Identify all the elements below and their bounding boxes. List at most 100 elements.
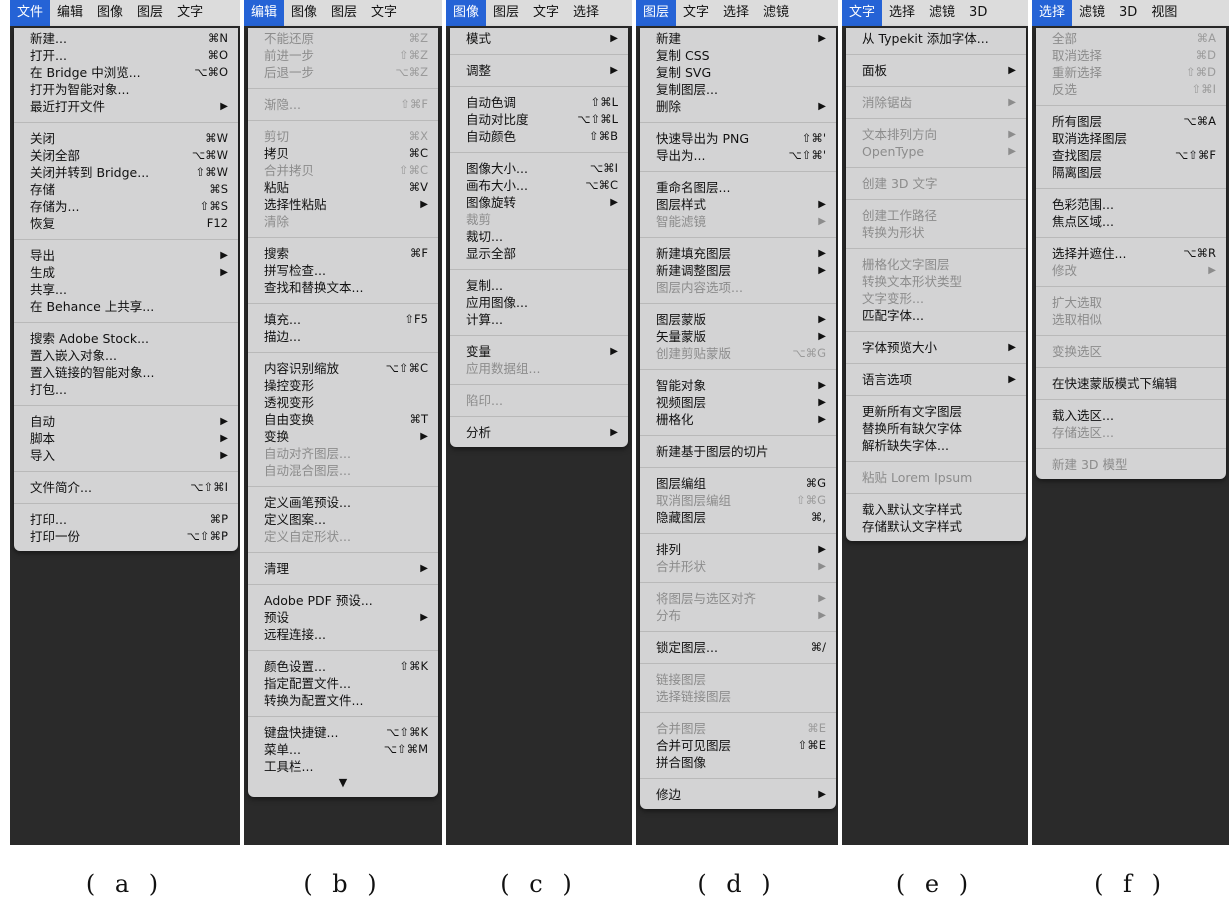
menu-item[interactable]: 最近打开文件 ▶	[14, 98, 238, 115]
menu-item[interactable]: 图层编组 ⌘G	[640, 475, 836, 492]
menu-item[interactable]: 生成 ▶	[14, 264, 238, 281]
menu-item[interactable]: 定义画笔预设...	[248, 494, 438, 511]
menu-item[interactable]: 复制图层...	[640, 81, 836, 98]
menu-item[interactable]: 关闭并转到 Bridge... ⇧⌘W	[14, 164, 238, 181]
menubar-item-1[interactable]: 图像	[284, 0, 324, 26]
menu-item[interactable]: 解析缺失字体...	[846, 437, 1026, 454]
menu-item[interactable]: 文件简介... ⌥⇧⌘I	[14, 479, 238, 496]
menu-item[interactable]: 面板 ▶	[846, 62, 1026, 79]
menu-item[interactable]: 内容识别缩放 ⌥⇧⌘C	[248, 360, 438, 377]
menu-item[interactable]: 色彩范围...	[1036, 196, 1226, 213]
menu-item[interactable]: 选择并遮住... ⌥⌘R	[1036, 245, 1226, 262]
menu-item[interactable]: 定义图案...	[248, 511, 438, 528]
menu-item[interactable]: 图层蒙版 ▶	[640, 311, 836, 328]
menu-item[interactable]: 视频图层 ▶	[640, 394, 836, 411]
menu-item[interactable]: 删除 ▶	[640, 98, 836, 115]
menu-item[interactable]: 粘贴 ⌘V	[248, 179, 438, 196]
menu-item[interactable]: 导入 ▶	[14, 447, 238, 464]
menu-item[interactable]: 排列 ▶	[640, 541, 836, 558]
menu-item[interactable]: 打开... ⌘O	[14, 47, 238, 64]
menu-item[interactable]: 载入选区...	[1036, 407, 1226, 424]
menubar-item-3[interactable]: 视图	[1144, 0, 1184, 26]
menu-item[interactable]: 矢量蒙版 ▶	[640, 328, 836, 345]
menu-item[interactable]: 查找图层 ⌥⇧⌘F	[1036, 147, 1226, 164]
menu-item[interactable]: 修边 ▶	[640, 786, 836, 803]
menu-item[interactable]: 恢复 F12	[14, 215, 238, 232]
menubar-item-4[interactable]: 文字	[170, 0, 210, 26]
menu-item[interactable]: 重命名图层...	[640, 179, 836, 196]
menubar-item-2[interactable]: 选择	[716, 0, 756, 26]
menu-item[interactable]: 关闭全部 ⌥⌘W	[14, 147, 238, 164]
menu-item[interactable]: 远程连接...	[248, 626, 438, 643]
menu-item[interactable]: 隔离图层	[1036, 164, 1226, 181]
menu-item[interactable]: 打包...	[14, 381, 238, 398]
menu-item[interactable]: 自由变换 ⌘T	[248, 411, 438, 428]
menu-item[interactable]: 打开为智能对象...	[14, 81, 238, 98]
menu-item[interactable]: 取消选择图层	[1036, 130, 1226, 147]
menu-item[interactable]: 关闭 ⌘W	[14, 130, 238, 147]
menu-item[interactable]: 模式 ▶	[450, 30, 628, 47]
menubar-item-0[interactable]: 文字	[842, 0, 883, 26]
menu-item[interactable]: 置入嵌入对象...	[14, 347, 238, 364]
menu-item[interactable]: 菜单... ⌥⇧⌘M	[248, 741, 438, 758]
menu-item[interactable]: 存储为... ⇧⌘S	[14, 198, 238, 215]
menu-item[interactable]: 匹配字体...	[846, 307, 1026, 324]
menu-item[interactable]: 自动 ▶	[14, 413, 238, 430]
menu-item[interactable]: 新建... ⌘N	[14, 30, 238, 47]
menubar-item-2[interactable]: 图像	[90, 0, 130, 26]
menu-item[interactable]: 导出为... ⌥⇧⌘'	[640, 147, 836, 164]
menu-item[interactable]: 图像大小... ⌥⌘I	[450, 160, 628, 177]
menu-item[interactable]: 清理 ▶	[248, 560, 438, 577]
menu-item[interactable]: 语言选项 ▶	[846, 371, 1026, 388]
menu-item[interactable]: 键盘快捷键... ⌥⇧⌘K	[248, 724, 438, 741]
menu-item[interactable]: 打印... ⌘P	[14, 511, 238, 528]
menu-item[interactable]: 在 Behance 上共享...	[14, 298, 238, 315]
menu-item[interactable]: 更新所有文字图层	[846, 403, 1026, 420]
menu-item[interactable]: 转换为配置文件...	[248, 692, 438, 709]
menu-item[interactable]: 图像旋转 ▶	[450, 194, 628, 211]
menubar-item-1[interactable]: 图层	[486, 0, 526, 26]
menu-item[interactable]: 搜索 ⌘F	[248, 245, 438, 262]
menu-item[interactable]: 置入链接的智能对象...	[14, 364, 238, 381]
menu-item[interactable]: 指定配置文件...	[248, 675, 438, 692]
menu-item[interactable]: 载入默认文字样式	[846, 501, 1026, 518]
menu-item[interactable]: 隐藏图层 ⌘,	[640, 509, 836, 526]
menu-item[interactable]: 复制...	[450, 277, 628, 294]
menu-item[interactable]: 计算...	[450, 311, 628, 328]
menu-item[interactable]: 共享...	[14, 281, 238, 298]
menu-item[interactable]: 变量 ▶	[450, 343, 628, 360]
menu-item[interactable]: 拷贝 ⌘C	[248, 145, 438, 162]
menubar-item-0[interactable]: 编辑	[244, 0, 285, 26]
menu-item[interactable]: 自动颜色 ⇧⌘B	[450, 128, 628, 145]
menubar-item-0[interactable]: 文件	[10, 0, 51, 26]
menu-item[interactable]: 栅格化 ▶	[640, 411, 836, 428]
menubar-item-1[interactable]: 选择	[882, 0, 922, 26]
menu-item[interactable]: 分析 ▶	[450, 424, 628, 441]
menu-item[interactable]: 在 Bridge 中浏览... ⌥⌘O	[14, 64, 238, 81]
menu-item[interactable]: 在快速蒙版模式下编辑	[1036, 375, 1226, 392]
menu-item[interactable]: 新建填充图层 ▶	[640, 245, 836, 262]
menu-item[interactable]: 颜色设置... ⇧⌘K	[248, 658, 438, 675]
menu-item[interactable]: 所有图层 ⌥⌘A	[1036, 113, 1226, 130]
menubar-item-1[interactable]: 滤镜	[1072, 0, 1112, 26]
menu-item[interactable]: 字体预览大小 ▶	[846, 339, 1026, 356]
menubar-item-0[interactable]: 选择	[1032, 0, 1073, 26]
menubar-item-0[interactable]: 图层	[636, 0, 677, 26]
menubar-item-2[interactable]: 3D	[1112, 0, 1144, 26]
menu-item[interactable]: 裁切...	[450, 228, 628, 245]
menu-item[interactable]: 智能对象 ▶	[640, 377, 836, 394]
menu-item[interactable]: 选择性粘贴 ▶	[248, 196, 438, 213]
menu-item[interactable]: 脚本 ▶	[14, 430, 238, 447]
menu-item[interactable]: 复制 CSS	[640, 47, 836, 64]
menu-item[interactable]: 锁定图层... ⌘/	[640, 639, 836, 656]
menubar-item-3[interactable]: 选择	[566, 0, 606, 26]
menu-item[interactable]: 拼写检查...	[248, 262, 438, 279]
menubar-item-3[interactable]: 图层	[130, 0, 170, 26]
menu-item[interactable]: 画布大小... ⌥⌘C	[450, 177, 628, 194]
menu-item[interactable]: 填充... ⇧F5	[248, 311, 438, 328]
menu-item[interactable]: 显示全部	[450, 245, 628, 262]
menu-item[interactable]: 描边...	[248, 328, 438, 345]
menu-item[interactable]: 搜索 Adobe Stock...	[14, 330, 238, 347]
menu-item[interactable]: 自动色调 ⇧⌘L	[450, 94, 628, 111]
menu-item[interactable]: 工具栏...	[248, 758, 438, 775]
